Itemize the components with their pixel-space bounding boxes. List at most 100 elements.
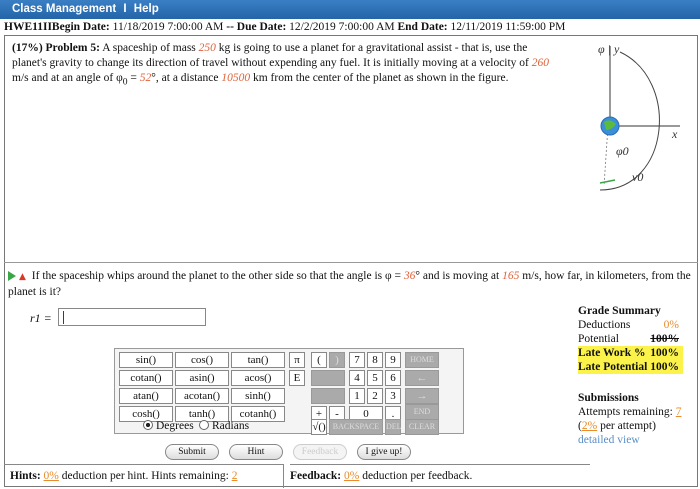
digit-5-key[interactable]: 5 [367, 370, 383, 386]
del-key[interactable]: DEL [385, 419, 402, 435]
velocity-value: 260 [531, 57, 550, 69]
tan-key[interactable]: tan() [231, 352, 285, 368]
begin-date: 11/18/2019 7:00:00 AM [112, 21, 224, 33]
pi-key[interactable]: π [289, 352, 305, 368]
grade-summary: Grade Summary Deductions 0% Potential 100%… [578, 304, 683, 374]
problem-statement: (17%) Problem 5: A spaceship of mass 250… [12, 41, 557, 89]
calculator-panel: sin() cos() tan() cotan() asin() acos() … [114, 348, 464, 435]
x-axis-label: x [672, 127, 678, 141]
feedback-deduction-value: 0% [343, 470, 360, 482]
assignment-name: HWE11IIBegin Date: [4, 21, 110, 33]
sqrt-key[interactable]: √() [311, 419, 327, 435]
top-menu-bar: Class Management I Help [0, 0, 700, 19]
digit-9-key[interactable]: 9 [385, 352, 401, 368]
late-work-label: Late Work % [578, 347, 646, 359]
digit-6-key[interactable]: 6 [385, 370, 401, 386]
right-arrow-key[interactable]: → [405, 388, 439, 404]
problem-header: (17%) Problem 5: [12, 42, 100, 54]
radians-label: Radians [212, 420, 250, 432]
give-up-button[interactable]: I give up! [357, 444, 411, 460]
sinh-key[interactable]: sinh() [231, 388, 285, 404]
answer-input[interactable] [58, 308, 206, 326]
digit-4-key[interactable]: 4 [349, 370, 365, 386]
late-potential-value: 100% [650, 361, 679, 373]
clear-key[interactable]: CLEAR [405, 419, 439, 435]
speed-value: 165 [502, 270, 520, 282]
digit-3-key[interactable]: 3 [385, 388, 401, 404]
warning-icon: ▲ [19, 272, 26, 282]
feedback-label: Feedback: [290, 470, 342, 482]
attempts-remaining-label: Attempts remaining: [578, 406, 673, 418]
hints-label: Hints: [10, 470, 41, 482]
degrees-label: Degrees [156, 420, 194, 432]
calc-blank-key[interactable] [311, 388, 345, 404]
late-work-value: 100% [650, 347, 679, 359]
subscript: 0 [122, 76, 128, 88]
e-key[interactable]: E [289, 370, 305, 386]
hint-deduction-value: 0% [43, 470, 59, 482]
per-attempt-label: per attempt) [600, 420, 656, 432]
radio-unselected-icon [199, 420, 209, 430]
hints-text: deduction per hint. Hints remaining: [61, 470, 229, 482]
digit-8-key[interactable]: 8 [367, 352, 383, 368]
hints-remaining-value: 2 [231, 470, 238, 482]
detailed-view-link[interactable]: detailed view [578, 434, 640, 446]
cos-key[interactable]: cos() [175, 352, 229, 368]
radians-radio[interactable]: Radians [199, 420, 249, 432]
menu-separator: I [123, 3, 127, 15]
home-key[interactable]: HOME [405, 352, 439, 368]
angle-value: 36 [403, 270, 416, 282]
left-arrow-key[interactable]: ← [405, 370, 439, 386]
hint-button[interactable]: Hint [229, 444, 283, 460]
play-triangle-icon[interactable] [8, 271, 16, 282]
late-potential-label: Late Potential [578, 361, 648, 373]
lparen-key[interactable]: ( [311, 352, 327, 368]
distance-value: 10500 [221, 72, 251, 84]
problem-text: km from the center of the planet as show… [252, 72, 509, 84]
digit-7-key[interactable]: 7 [349, 352, 365, 368]
question-part: ▲ If the spaceship whips around the plan… [8, 269, 696, 300]
end-key[interactable]: END [405, 404, 439, 420]
degrees-radio[interactable]: Degrees [143, 420, 194, 432]
feedback-button[interactable]: Feedback [293, 444, 347, 460]
atan-key[interactable]: atan() [119, 388, 173, 404]
calc-blank-key[interactable] [311, 370, 345, 386]
asin-key[interactable]: asin() [175, 370, 229, 386]
mass-value: 250 [198, 42, 216, 54]
problem-text: = [130, 72, 137, 84]
acotan-key[interactable]: acotan() [175, 388, 229, 404]
digit-2-key[interactable]: 2 [367, 388, 383, 404]
phi-y-label: φ | y [598, 42, 620, 56]
digit-1-key[interactable]: 1 [349, 388, 365, 404]
cotan-key[interactable]: cotan() [119, 370, 173, 386]
help-link[interactable]: Help [134, 3, 159, 15]
radio-selected-icon [143, 420, 153, 430]
trajectory-diagram [599, 46, 680, 191]
end-label: End Date: [397, 21, 448, 33]
grade-summary-title: Grade Summary [578, 305, 661, 317]
angle0-value: 52 [139, 72, 152, 84]
question-text: ° and is moving at [415, 270, 500, 282]
phi0-label: φ0 [616, 144, 629, 158]
text-caret [63, 311, 64, 324]
section-divider [4, 262, 698, 263]
end-date: 12/11/2019 11:59:00 PM [450, 21, 566, 33]
submit-button[interactable]: Submit [165, 444, 219, 460]
potential-label: Potential [578, 333, 619, 345]
submissions-panel: Submissions Attempts remaining: 7 (2% pe… [578, 392, 682, 446]
problem-text: m/s and at an angle of φ [12, 72, 123, 84]
class-management-link[interactable]: Class Management [12, 3, 116, 15]
per-attempt-value: 2% [581, 420, 598, 432]
problem-text: A spaceship of mass [102, 42, 196, 54]
deductions-label: Deductions [578, 319, 631, 331]
question-text: If the spaceship whips around the planet… [31, 270, 402, 282]
submissions-title: Submissions [578, 392, 639, 404]
assignment-dates: HWE11IIBegin Date: 11/18/2019 7:00:00 AM… [4, 21, 565, 33]
potential-value: 100% [650, 333, 679, 345]
rparen-key[interactable]: ) [329, 352, 345, 368]
backspace-key[interactable]: BACKSPACE [329, 419, 383, 435]
acos-key[interactable]: acos() [231, 370, 285, 386]
trajectory-figure: φ | y x φ0 v0 [560, 40, 698, 260]
sin-key[interactable]: sin() [119, 352, 173, 368]
due-date: 12/2/2019 7:00:00 AM [289, 21, 395, 33]
